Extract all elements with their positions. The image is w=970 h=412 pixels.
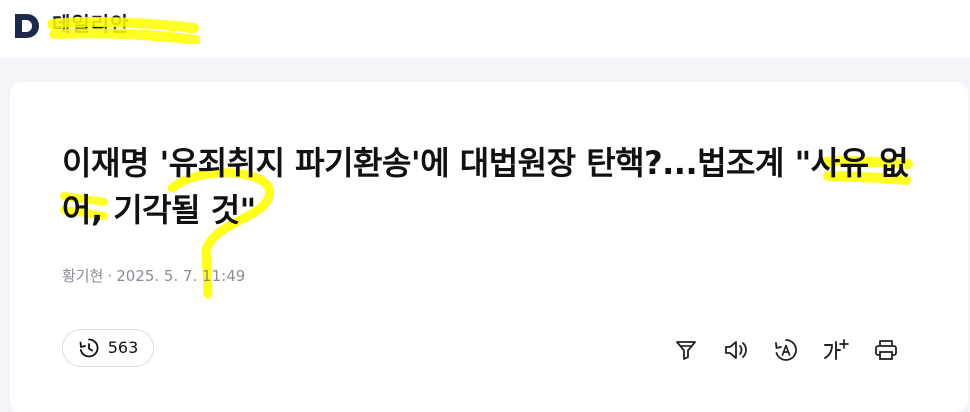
print-icon [875, 340, 897, 360]
comment-count: 563 [107, 338, 139, 357]
translate-button[interactable] [772, 336, 800, 364]
translate-icon [775, 339, 797, 361]
filter-button[interactable] [672, 336, 700, 364]
font-size-button[interactable] [822, 336, 850, 364]
byline-separator: · [107, 267, 113, 285]
filter-icon [676, 341, 696, 360]
site-name[interactable]: 데일리안 [52, 10, 130, 38]
print-button[interactable] [872, 336, 900, 364]
article-byline: 황기현 · 2025. 5. 7. 11:49 [62, 266, 245, 286]
comment-clock-icon [79, 338, 99, 358]
author-name[interactable]: 황기현 [62, 267, 103, 285]
daily-an-logo-icon[interactable] [12, 11, 42, 41]
site-header: 데일리안 [0, 0, 970, 58]
comment-button[interactable]: 563 [62, 329, 154, 367]
published-date: 2025. 5. 7. 11:49 [116, 267, 246, 285]
font-size-icon [824, 339, 849, 360]
article-title: 이재명 '유죄취지 파기환송'에 대법원장 탄핵?...법조계 "사유 없어, … [62, 144, 909, 229]
speaker-icon [725, 341, 747, 359]
listen-button[interactable] [722, 336, 750, 364]
